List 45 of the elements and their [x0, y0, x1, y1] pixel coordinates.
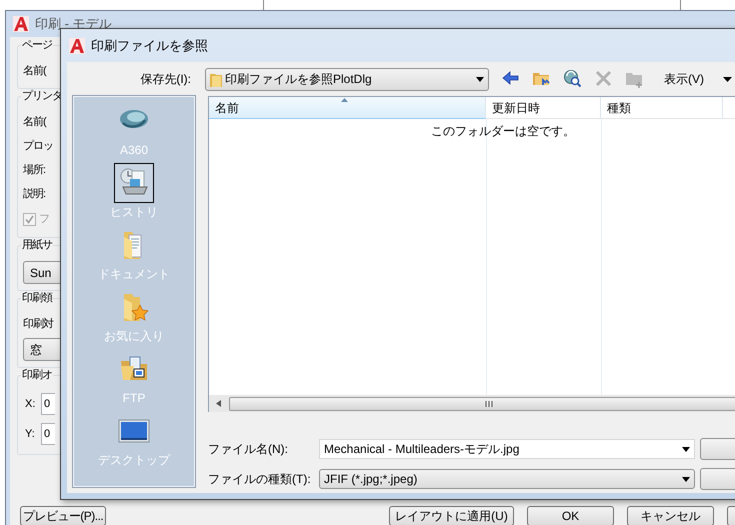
input-field[interactable]: 0 — [41, 393, 55, 415]
view-menu[interactable]: 表示(V) — [664, 70, 704, 88]
app-logo-icon — [13, 16, 29, 32]
field-label: 説明: — [23, 187, 46, 202]
dialog-button[interactable]: レイアウトに適用(U) — [389, 506, 514, 525]
folder-icon — [210, 72, 222, 86]
field-label: X: — [24, 396, 36, 412]
scrollbar-thumb[interactable] — [229, 396, 735, 410]
dropdown-arrow-icon — [476, 76, 484, 82]
checkbox-label: フ — [39, 212, 50, 227]
dialog-title: 印刷ファイルを参照 — [91, 36, 208, 55]
empty-folder-message: このフォルダーは空です。 — [431, 123, 575, 140]
field-label: Y: — [24, 426, 36, 442]
file-name-label: ファイル名(N): — [208, 441, 289, 458]
file-name-field[interactable]: Mechanical - Multileaders-モデル.jpg — [319, 439, 695, 459]
file-type-dropdown[interactable]: JFIF (*.jpg;*.jpeg) — [319, 469, 695, 489]
horizontal-scrollbar[interactable] — [209, 395, 735, 412]
save-in-label: 保存先(I): — [139, 71, 192, 88]
dialog-button[interactable]: OK — [527, 506, 614, 525]
field-label: 場所: — [23, 163, 46, 178]
dropdown-arrow-icon[interactable] — [723, 76, 732, 82]
app-logo-icon — [69, 38, 85, 54]
field-label: 名前( — [23, 115, 46, 130]
column-header[interactable]: 名前 — [209, 97, 486, 119]
dropdown[interactable]: Sun — [23, 261, 60, 284]
dropdown-arrow-icon — [682, 476, 690, 482]
column-header[interactable]: 更新日時 — [486, 97, 601, 119]
preview-button[interactable]: プレビュー(P)... — [20, 506, 106, 525]
field-label: プロッ — [23, 138, 53, 154]
group-title: 印刷領 — [21, 291, 53, 306]
field-label: 名前( — [23, 64, 46, 79]
history-icon — [114, 163, 154, 203]
save-in-dropdown[interactable]: 印刷ファイルを参照PlotDlg — [205, 68, 489, 90]
sort-caret-icon — [341, 98, 348, 102]
dropdown-arrow-icon — [682, 446, 690, 452]
column-header[interactable]: 種類 — [601, 97, 723, 119]
web-search-icon[interactable] — [563, 69, 583, 89]
grip-icon — [485, 400, 493, 406]
scroll-left-icon[interactable] — [216, 400, 221, 407]
input-field[interactable]: 0 — [41, 423, 55, 445]
file-type-label: ファイルの種類(T): — [208, 471, 312, 488]
dropdown[interactable]: 窓 — [23, 338, 60, 361]
field-label: 印刷対 — [23, 316, 53, 332]
dialog-button[interactable]: キャンセル — [627, 506, 714, 525]
group-title: 用紙サ — [21, 238, 53, 253]
